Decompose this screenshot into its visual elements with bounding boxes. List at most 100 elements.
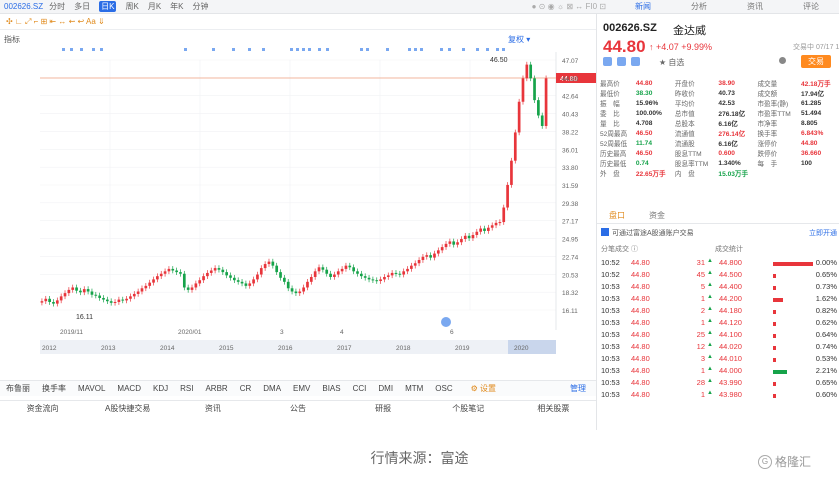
tab-comments[interactable]: 评论	[783, 1, 839, 12]
candle-body	[140, 288, 144, 292]
tab-quick-trade[interactable]: A股快捷交易	[85, 401, 170, 416]
event-marker	[366, 48, 369, 51]
indicator-14[interactable]: OSC	[435, 384, 452, 393]
candle-body	[163, 271, 167, 274]
tab-monthly-k[interactable]: 月K	[148, 1, 161, 12]
candle-body	[55, 300, 59, 304]
candle-body	[209, 270, 213, 273]
tab-yearly-k[interactable]: 年K	[170, 1, 183, 12]
alert-icon[interactable]	[603, 57, 612, 66]
trade-notice: 可通过富途A股通账户交易 立即开通	[601, 228, 837, 238]
levels-title: 成交统计	[715, 246, 743, 253]
quote-value: 44.80	[635, 79, 653, 87]
quote-change: ↑ +4.07 +9.99%	[649, 42, 713, 52]
candle-body	[460, 239, 463, 243]
tab-minute[interactable]: 分钟	[193, 1, 209, 12]
candle-body	[517, 101, 521, 133]
candle-body	[283, 277, 286, 282]
indicator-0[interactable]: 布鲁丽	[6, 383, 30, 394]
candle-body	[463, 235, 467, 240]
candle-body	[233, 277, 236, 281]
tab-research[interactable]: 研报	[341, 401, 426, 416]
drawing-tools[interactable]: ✣ ∟ ⤢ ⌐ ⊞ ⇤ ↔ ⇜ ↩ Aa ⇓	[6, 17, 105, 27]
tab-news[interactable]: 新闻	[615, 1, 671, 12]
tick-price: 44.80	[631, 390, 650, 399]
tick-time: 10:53	[601, 306, 620, 315]
candle-body	[271, 261, 275, 266]
indicator-9[interactable]: EMV	[293, 384, 310, 393]
indicator-7[interactable]: CR	[240, 384, 252, 393]
tab-intraday[interactable]: 分时	[49, 1, 65, 12]
candlestick-chart[interactable]: 44.80 47.07 44.80 42.64 40.43 38.22 36.01 33.8…	[0, 30, 596, 380]
stock-code-tab[interactable]: 002626.SZ	[4, 2, 43, 11]
watermark: G 格隆汇	[758, 453, 811, 470]
tab-orderbook[interactable]: 盘口	[597, 210, 637, 223]
candle-body	[417, 260, 421, 264]
tab-info[interactable]: 资讯	[727, 1, 783, 12]
indicator-settings-button[interactable]: ⚙ 设置	[471, 383, 496, 394]
quote-value: 0.74	[635, 159, 649, 167]
tab-weekly-k[interactable]: 周K	[125, 1, 138, 12]
tab-multiday[interactable]: 多日	[74, 1, 90, 12]
tick-row: 10:52 44.80 45 ▲	[597, 270, 715, 282]
indicator-manage-button[interactable]: 管理	[570, 383, 586, 394]
open-account-link[interactable]: 立即开通	[809, 228, 837, 238]
month-label: 4	[340, 329, 344, 336]
quote-value: 8.805	[800, 119, 818, 127]
indicator-6[interactable]: ARBR	[205, 384, 227, 393]
indicator-8[interactable]: DMA	[263, 384, 281, 393]
level-row: 44.100 0.64%	[715, 330, 839, 342]
candle-body	[383, 276, 386, 280]
tab-news-bottom[interactable]: 资讯	[170, 401, 255, 416]
candle-body	[513, 132, 517, 161]
indicator-2[interactable]: MAVOL	[78, 384, 105, 393]
event-marker	[100, 48, 103, 51]
quote-key: 市盈率(静)	[757, 101, 789, 108]
tab-notes[interactable]: 个股笔记	[426, 401, 511, 416]
level-pct: 0.73%	[815, 282, 837, 291]
candle-body	[109, 301, 113, 303]
indicator-3[interactable]: MACD	[117, 384, 141, 393]
tab-funds[interactable]: 资金	[637, 210, 677, 223]
indicator-12[interactable]: DMI	[378, 384, 393, 393]
chart-tools-right[interactable]: ● ⊙ ◉ ☼ ⊠ ↔ FI0 ⊡	[532, 2, 606, 11]
indicator-13[interactable]: MTM	[405, 384, 423, 393]
tab-related[interactable]: 相关股票	[511, 401, 596, 416]
share-icon[interactable]	[617, 57, 626, 66]
quote-value: 100	[800, 159, 812, 167]
indicator-4[interactable]: KDJ	[153, 384, 168, 393]
indicator-label[interactable]: 指标	[4, 34, 20, 45]
tick-arrow-icon: ▲	[707, 330, 713, 336]
indicator-11[interactable]: CCI	[353, 384, 367, 393]
tab-analysis[interactable]: 分析	[671, 1, 727, 12]
candle-body	[194, 283, 198, 288]
favorite-button[interactable]: ★ 自选	[659, 57, 684, 68]
level-pct: 0.60%	[815, 390, 837, 399]
candle-body	[294, 291, 298, 294]
quote-value: 44.80	[800, 139, 818, 147]
indicator-5[interactable]: RSI	[180, 384, 193, 393]
tab-announcements[interactable]: 公告	[255, 401, 340, 416]
candle-body	[44, 298, 48, 302]
adjust-dropdown[interactable]: 复权 ▾	[508, 34, 530, 45]
indicator-10[interactable]: BIAS	[322, 384, 340, 393]
level-pct: 0.00%	[815, 258, 837, 267]
tab-capital-flow[interactable]: 资金流向	[0, 401, 85, 416]
candle-body	[394, 272, 398, 274]
level-bar	[773, 322, 776, 326]
candle-body	[206, 272, 209, 277]
quote-key: 平均价	[674, 101, 695, 108]
y-tick-label: 33.80	[562, 165, 579, 172]
year-label: 2014	[160, 345, 175, 352]
candle-body	[475, 231, 479, 235]
note-icon[interactable]	[631, 57, 640, 66]
candle-body	[452, 241, 456, 245]
tick-row: 10:53 44.80 25 ▲	[597, 330, 715, 342]
tab-daily-k[interactable]: 日K	[99, 1, 117, 12]
tick-price: 44.80	[631, 330, 650, 339]
indicator-1[interactable]: 换手率	[42, 383, 66, 394]
trade-button[interactable]: 交易	[801, 55, 831, 68]
quote-key: 股息率TTM	[674, 161, 709, 168]
candle-body	[533, 78, 536, 101]
tick-price: 44.80	[631, 318, 650, 327]
